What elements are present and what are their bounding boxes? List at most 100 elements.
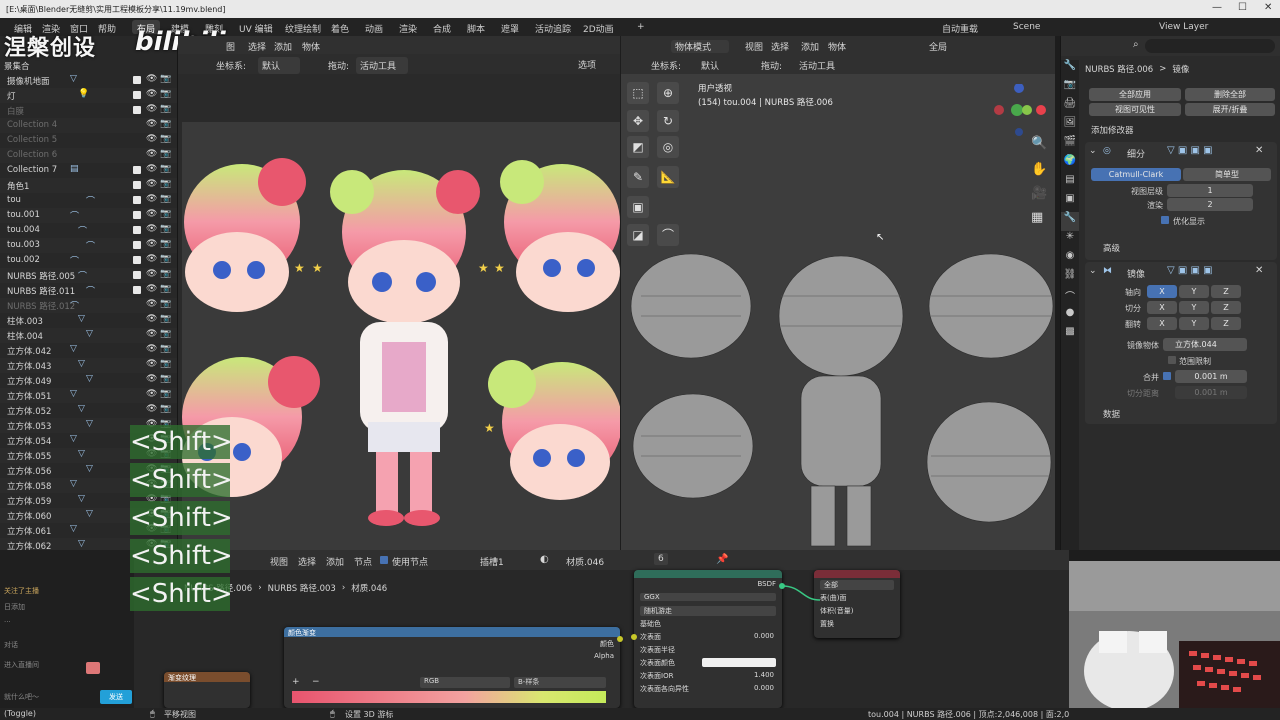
exclude-checkbox[interactable] xyxy=(133,181,141,189)
bsdf-subsurface-row[interactable]: 次表面 0.000 xyxy=(634,630,782,643)
options-dropdown[interactable]: 选项 xyxy=(578,58,596,71)
close-button[interactable]: ✕ xyxy=(1264,2,1272,13)
scale-tool-icon[interactable]: ◩ xyxy=(627,136,649,158)
node-menu-view[interactable]: 视图 xyxy=(270,555,288,568)
rotate-tool-icon[interactable]: ↻ xyxy=(657,110,679,132)
tab-texture-paint[interactable]: 纹理绘制 xyxy=(280,20,326,35)
mode-dropdown[interactable]: 物体模式 xyxy=(671,40,730,53)
visibility-eye-icon[interactable]: 👁 xyxy=(146,74,157,84)
pin-icon[interactable]: 📌 xyxy=(716,554,728,565)
constraints-tab-icon[interactable]: ⛓ xyxy=(1061,269,1079,288)
mirror-collapse-icon[interactable]: ⌄ xyxy=(1089,266,1097,276)
visibility-eye-icon[interactable]: 👁 xyxy=(146,149,157,159)
outliner-row[interactable]: 白膜 👁 📷 xyxy=(0,103,177,118)
outliner-row[interactable]: NURBS 路径.012 ⌒ 👁 📷 xyxy=(0,298,177,313)
gradient-texture-node[interactable]: 渐变纹理 xyxy=(164,672,250,708)
outliner-row[interactable]: 立方体.052 ▽ 👁 📷 xyxy=(0,403,177,418)
exclude-checkbox[interactable] xyxy=(133,196,141,204)
exclude-checkbox[interactable] xyxy=(133,226,141,234)
flip-x-button[interactable]: X xyxy=(1147,317,1177,330)
outliner-row[interactable]: NURBS 路径.011 ⌒ 👁 📷 xyxy=(0,283,177,298)
outliner-row[interactable]: 角色1 👁 📷 xyxy=(0,178,177,193)
render-camera-icon[interactable]: 📷 xyxy=(160,389,171,399)
tab-animation[interactable]: 动画 xyxy=(360,20,388,35)
transform-tool-icon[interactable]: ◎ xyxy=(657,136,679,158)
world-tab-icon[interactable]: 🌍 xyxy=(1061,155,1079,174)
render-camera-icon[interactable]: 📷 xyxy=(160,149,171,159)
exclude-checkbox[interactable] xyxy=(133,286,141,294)
expand-collapse-button[interactable]: 展开/折叠 xyxy=(1185,103,1275,116)
render-camera-icon[interactable]: 📷 xyxy=(160,404,171,414)
bsdf-distribution[interactable]: GGX xyxy=(634,591,782,604)
visibility-eye-icon[interactable]: 👁 xyxy=(146,104,157,114)
render-camera-icon[interactable]: 📷 xyxy=(160,359,171,369)
axis-y-button[interactable]: Y xyxy=(1179,285,1209,298)
render-camera-icon[interactable]: 📷 xyxy=(160,179,171,189)
outliner-row[interactable]: tou.004 ⌒ 👁 📷 xyxy=(0,223,177,238)
outliner-row[interactable]: 灯 💡 👁 📷 xyxy=(0,88,177,103)
axis-z-button[interactable]: Z xyxy=(1211,285,1241,298)
render-camera-icon[interactable]: 📷 xyxy=(160,284,171,294)
viewport-coord-dropdown[interactable]: 默认 xyxy=(701,59,719,72)
render-camera-icon[interactable]: 📷 xyxy=(160,224,171,234)
axis-x-button[interactable]: X xyxy=(1147,285,1177,298)
material-output-node[interactable]: 全部 表(曲)面 体积(音量) 置换 xyxy=(814,570,900,638)
principled-bsdf-node[interactable]: BSDF GGX 随机游走 基础色 次表面 0.000 次表面半径 次表面颜色 次… xyxy=(634,570,782,708)
menu-help[interactable]: 帮助 xyxy=(98,22,116,35)
levels-viewport-field[interactable]: 1 xyxy=(1167,184,1253,197)
add-cube-tool-icon[interactable]: ▣ xyxy=(627,196,649,218)
scene-selector[interactable]: Scene xyxy=(1013,22,1040,32)
delete-all-button[interactable]: 删除全部 xyxy=(1185,88,1275,101)
texture-tab-icon[interactable]: ▩ xyxy=(1061,326,1079,345)
exclude-checkbox[interactable] xyxy=(133,91,141,99)
viewport-menu-add[interactable]: 添加 xyxy=(801,40,819,53)
subdivision-name[interactable]: 细分 xyxy=(1127,147,1145,160)
drag-dropdown[interactable]: 活动工具 xyxy=(356,57,409,74)
render-camera-icon[interactable]: 📷 xyxy=(160,344,171,354)
tab-scripting[interactable]: 脚本 xyxy=(462,20,490,35)
color-ramp-node[interactable]: 颜色渐变 颜色 Alpha + − RGB B-样条 xyxy=(284,627,620,708)
outliner-row[interactable]: 柱体.004 ▽ 👁 📷 xyxy=(0,328,177,343)
flip-y-button[interactable]: Y xyxy=(1179,317,1209,330)
visibility-eye-icon[interactable]: 👁 xyxy=(146,119,157,129)
bsdf-base-color-socket[interactable] xyxy=(631,634,637,640)
collection-tab-icon[interactable]: ▤ xyxy=(1061,174,1079,193)
flip-z-button[interactable]: Z xyxy=(1211,317,1241,330)
ramp-mode-dropdown[interactable]: RGB xyxy=(420,677,510,688)
ramp-remove-button[interactable]: − xyxy=(312,677,320,687)
slot-dropdown[interactable]: 插槽1 xyxy=(480,555,504,568)
tab-rendering[interactable]: 渲染 xyxy=(394,20,422,35)
node-menu-add[interactable]: 添加 xyxy=(326,555,344,568)
scene-tab-icon[interactable]: 🎬 xyxy=(1061,136,1079,155)
navigation-gizmo[interactable] xyxy=(991,84,1047,136)
view-layer-selector[interactable]: View Layer xyxy=(1159,22,1208,32)
mirror-name[interactable]: 镜像 xyxy=(1127,267,1145,280)
visibility-eye-icon[interactable]: 👁 xyxy=(146,389,157,399)
view-layer-tab-icon[interactable]: 🖼 xyxy=(1061,117,1079,136)
visibility-eye-icon[interactable]: 👁 xyxy=(146,314,157,324)
ramp-add-button[interactable]: + xyxy=(292,677,300,687)
outliner-row[interactable]: 柱体.003 ▽ 👁 📷 xyxy=(0,313,177,328)
clipping-checkbox[interactable] xyxy=(1168,356,1176,364)
visibility-eye-icon[interactable]: 👁 xyxy=(146,329,157,339)
outliner-row[interactable]: NURBS 路径.005 ⌒ 👁 📷 xyxy=(0,268,177,283)
node-menu-node[interactable]: 节点 xyxy=(354,555,372,568)
image-menu-view[interactable]: 图 xyxy=(226,40,235,53)
tab-motion-tracking[interactable]: 活动追踪 xyxy=(530,20,576,35)
bsdf-subsurface-aniso[interactable]: 次表面各向异性 0.000 xyxy=(634,682,782,695)
chat-input-hint[interactable]: 就什么吧～ xyxy=(4,692,39,702)
render-camera-icon[interactable]: 📷 xyxy=(160,74,171,84)
physics-tab-icon[interactable]: ◉ xyxy=(1061,250,1079,269)
visibility-eye-icon[interactable]: 👁 xyxy=(146,89,157,99)
node-menu-select[interactable]: 选择 xyxy=(298,555,316,568)
material-name[interactable]: 材质.046 xyxy=(566,555,604,568)
outliner-row[interactable]: tou.002 ⌒ 👁 📷 xyxy=(0,253,177,268)
mirror-visibility-icon[interactable]: ▽ ▣ ▣ ▣ xyxy=(1167,265,1213,276)
use-nodes-checkbox[interactable] xyxy=(380,556,388,564)
merge-distance-field[interactable]: 0.001 m xyxy=(1175,370,1247,383)
bisect-distance-field[interactable]: 0.001 m xyxy=(1175,386,1247,399)
transform-orientation-dropdown[interactable]: 全局 xyxy=(929,40,947,53)
visibility-eye-icon[interactable]: 👁 xyxy=(146,344,157,354)
outliner-row[interactable]: Collection 7 ▤ 👁 📷 xyxy=(0,163,177,178)
catmull-clark-button[interactable]: Catmull-Clark xyxy=(1091,168,1181,181)
